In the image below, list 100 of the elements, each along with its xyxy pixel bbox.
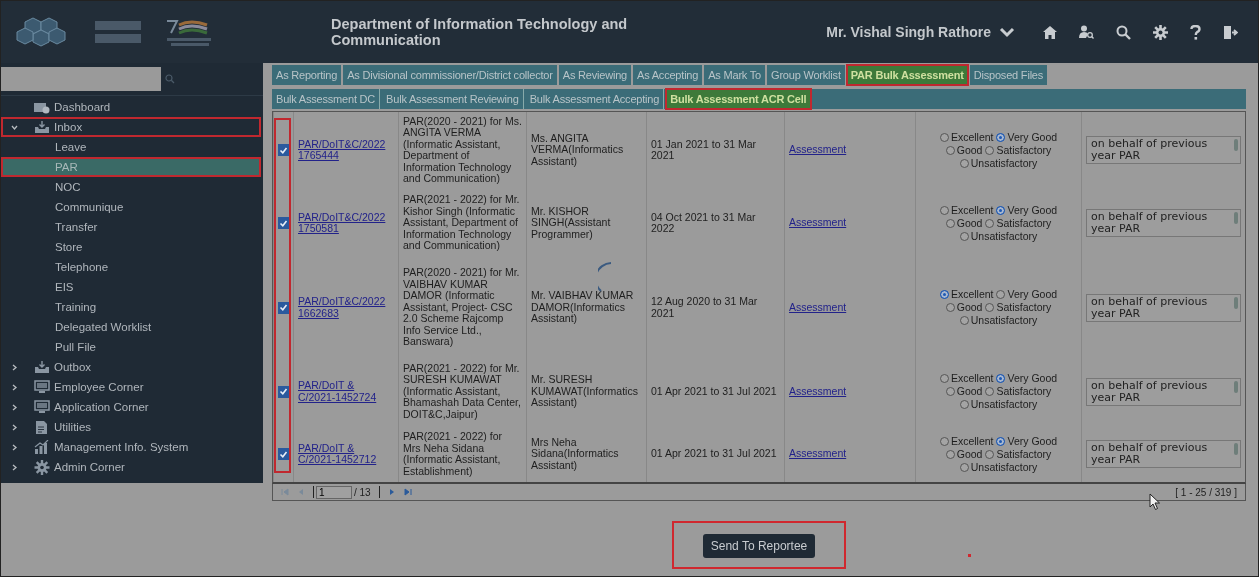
user-search-icon[interactable]: [1079, 25, 1094, 39]
assessment-link[interactable]: Assessment: [789, 301, 911, 314]
chevron-icon[interactable]: [11, 443, 18, 451]
radio-button[interactable]: [945, 387, 955, 396]
logout-icon[interactable]: [1223, 24, 1238, 40]
row-checkbox[interactable]: [277, 448, 290, 461]
tab[interactable]: As Reviewing: [558, 65, 631, 85]
remark-field[interactable]: on behalf of previous year PAR: [1086, 209, 1241, 237]
tab[interactable]: As Accepting: [633, 65, 703, 85]
reference-link[interactable]: PAR/DoIT&C/2022 1750581: [298, 211, 394, 235]
radio-button[interactable]: [996, 290, 1006, 299]
search-field[interactable]: [1, 67, 161, 91]
radio-label: Very Good: [1007, 434, 1058, 448]
radio-button[interactable]: [959, 462, 969, 472]
tab[interactable]: Bulk Assessment ACR Cell: [666, 89, 812, 109]
home-icon[interactable]: [1043, 25, 1057, 39]
radio-button[interactable]: [985, 449, 995, 459]
user-menu[interactable]: Mr. Vishal Singh Rathore: [826, 24, 1015, 40]
tab[interactable]: As Divisional commissioner/District collector: [343, 65, 557, 85]
radio-button[interactable]: [945, 303, 955, 312]
radio-button[interactable]: [939, 132, 949, 142]
tab[interactable]: As Reporting: [272, 65, 342, 85]
sidebar-subitem[interactable]: Transfer: [1, 217, 261, 237]
sidebar-subitem[interactable]: Pull File: [1, 337, 261, 357]
remark-field[interactable]: on behalf of previous year PAR: [1086, 377, 1241, 406]
radio-button[interactable]: [945, 449, 955, 459]
radio-button[interactable]: [939, 205, 949, 215]
sidebar-subitem[interactable]: Communique: [1, 197, 261, 217]
sidebar-subitem[interactable]: Training: [1, 297, 261, 317]
reference-link[interactable]: PAR/DoIT & C/2021-1452724: [298, 380, 394, 403]
chevron-icon[interactable]: [11, 403, 18, 411]
radio-button[interactable]: [959, 231, 969, 241]
reference-link[interactable]: PAR/DoIT&C/2022 1765444: [298, 138, 394, 162]
radio-button[interactable]: [985, 303, 995, 312]
radio-button[interactable]: [996, 205, 1006, 215]
radio-label: Satisfactory: [996, 385, 1052, 398]
radio-label: Satisfactory: [996, 143, 1052, 157]
send-to-reportee-button[interactable]: Send To Reportee: [702, 534, 816, 558]
row-checkbox[interactable]: [277, 217, 290, 230]
sidebar-subitem[interactable]: EIS: [1, 277, 261, 297]
sidebar-item[interactable]: Application Corner: [54, 401, 149, 413]
next-page-icon[interactable]: [387, 488, 396, 496]
page-number-field[interactable]: 1: [316, 485, 352, 499]
row-checkbox[interactable]: [277, 301, 290, 314]
sidebar-item[interactable]: Utilities: [54, 421, 92, 433]
reference-link[interactable]: PAR/DoIT&C/2022 1662683: [298, 296, 394, 319]
sidebar-subitem[interactable]: Delegated Worklist: [1, 317, 261, 337]
radio-button[interactable]: [959, 400, 969, 409]
radio-button[interactable]: [945, 218, 955, 228]
sidebar-item[interactable]: Outbox: [54, 361, 92, 373]
assessment-link[interactable]: Assessment: [789, 144, 911, 156]
chevron-icon[interactable]: [11, 123, 18, 131]
sidebar-item[interactable]: Dashboard: [54, 101, 111, 113]
sidebar-subitem[interactable]: Store: [1, 237, 261, 257]
chevron-icon[interactable]: [11, 383, 18, 391]
chevron-icon[interactable]: [11, 463, 18, 471]
table-cell: 01 Apr 2021 to 31 Jul 2021: [651, 447, 777, 460]
radio-button[interactable]: [939, 436, 949, 446]
assessment-link[interactable]: Assessment: [789, 385, 911, 398]
sidebar-subitem[interactable]: Leave: [1, 137, 261, 157]
radio-button[interactable]: [985, 145, 995, 155]
radio-button[interactable]: [959, 316, 969, 325]
document-icon: [34, 419, 50, 435]
chevron-icon[interactable]: [11, 363, 18, 371]
radio-button[interactable]: [985, 218, 995, 228]
remark-field[interactable]: on behalf of previous year PAR: [1086, 293, 1241, 322]
sidebar-item[interactable]: Employee Corner: [54, 381, 144, 393]
radio-button[interactable]: [939, 290, 949, 299]
table-cell: 12 Aug 2020 to 31 Mar 2021: [651, 295, 758, 319]
row-checkbox[interactable]: [277, 385, 290, 398]
radio-label: Satisfactory: [996, 301, 1052, 314]
radio-button[interactable]: [996, 436, 1006, 446]
row-checkbox[interactable]: [277, 144, 290, 157]
radio-button[interactable]: [996, 132, 1006, 142]
radio-button[interactable]: [939, 374, 949, 383]
sidebar-subitem[interactable]: Telephone: [1, 257, 261, 277]
chevron-icon[interactable]: [11, 423, 18, 431]
sidebar-item[interactable]: Inbox: [54, 121, 83, 133]
tab[interactable]: Group Worklist: [767, 65, 845, 85]
reference-link[interactable]: PAR/DoIT & C/2021-1452712: [298, 442, 394, 466]
sidebar-item[interactable]: Admin Corner: [54, 461, 125, 473]
assessment-link[interactable]: Assessment: [789, 448, 911, 460]
settings-icon[interactable]: [1153, 24, 1168, 40]
radio-label: Satisfactory: [996, 447, 1052, 461]
remark-field[interactable]: on behalf of previous year PAR: [1086, 440, 1241, 468]
assessment-link[interactable]: Assessment: [789, 217, 911, 229]
table-cell: Mr. SURESH KUMAWAT(Informatics Assistant): [531, 373, 638, 409]
radio-button[interactable]: [959, 158, 969, 168]
last-page-icon[interactable]: [403, 488, 412, 496]
tab[interactable]: Disposed Files: [969, 65, 1048, 85]
sidebar-item[interactable]: Management Info. System: [54, 441, 189, 453]
radio-button[interactable]: [985, 387, 995, 396]
search-icon[interactable]: [1116, 24, 1131, 40]
sidebar-subitem[interactable]: NOC: [1, 177, 261, 197]
tab[interactable]: PAR Bulk Assessment: [846, 65, 968, 85]
tab[interactable]: As Mark To: [704, 65, 766, 85]
remark-field[interactable]: on behalf of previous year PAR: [1086, 136, 1241, 164]
radio-button[interactable]: [945, 145, 955, 155]
radio-button[interactable]: [996, 374, 1006, 383]
help-icon[interactable]: [1190, 24, 1201, 40]
